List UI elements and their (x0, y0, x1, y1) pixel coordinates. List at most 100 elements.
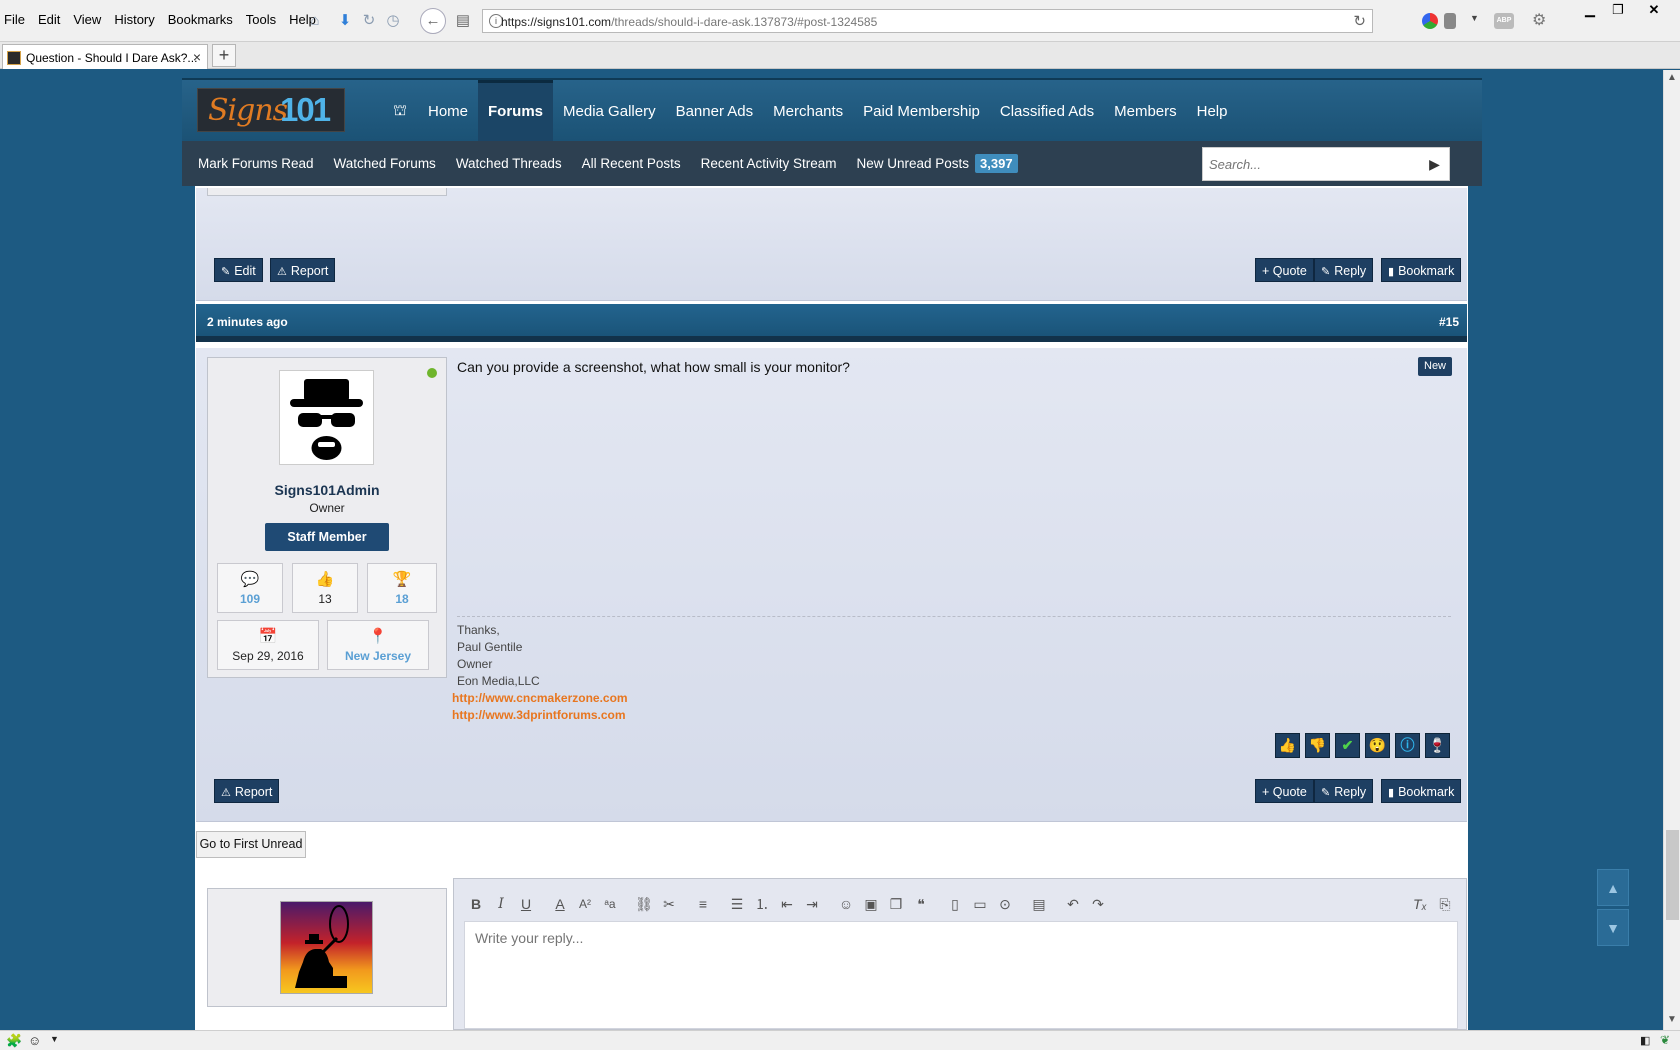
link-icon[interactable]: ⛓ (632, 896, 656, 913)
menu-view[interactable]: View (73, 12, 101, 27)
adblock-icon[interactable]: ABP (1494, 13, 1514, 29)
address-bar[interactable]: i https://signs101.com/threads/should-i-… (482, 9, 1373, 33)
spoiler-icon[interactable]: ▭ (968, 896, 992, 913)
camera-icon[interactable]: ⊙ (993, 896, 1017, 913)
scroll-to-bottom-button[interactable]: ▼ (1597, 909, 1629, 946)
quote-button[interactable]: + Quote (1255, 258, 1314, 282)
text-color-icon[interactable]: A (548, 896, 572, 912)
media-icon[interactable]: ❐ (884, 896, 908, 913)
quote-button[interactable]: + Quote (1255, 779, 1314, 803)
nav-home[interactable]: Home (418, 80, 478, 143)
scroll-up-arrow-icon[interactable]: ▲ (1667, 72, 1677, 83)
trophies-count[interactable]: 18 (368, 592, 436, 606)
extension-color-icon[interactable] (1422, 13, 1438, 29)
post-time[interactable]: 2 minutes ago (207, 315, 288, 329)
image-icon[interactable]: ▣ (859, 896, 883, 913)
agree-reaction-icon[interactable]: ✔ (1335, 733, 1360, 758)
smilie-icon[interactable]: ☺ (834, 896, 858, 912)
bookmark-button[interactable]: ▮ Bookmark (1381, 779, 1462, 803)
statusbar-dropdown-icon[interactable]: ▼ (50, 1034, 59, 1044)
scrollbar-thumb[interactable] (1666, 830, 1679, 920)
cheers-reaction-icon[interactable]: 🍷 (1425, 733, 1450, 758)
signature-link-cncmakerzone[interactable]: http://www.cncmakerzone.com (452, 690, 628, 707)
code-icon[interactable]: ▯ (943, 896, 967, 913)
refresh-icon[interactable]: ↻ (358, 10, 380, 32)
minimize-icon[interactable]: ▁ (1576, 0, 1604, 20)
nav-merchants[interactable]: Merchants (763, 80, 853, 143)
font-size-icon[interactable]: A² (573, 897, 597, 911)
nav-paid-membership[interactable]: Paid Membership (853, 80, 990, 143)
save-draft-icon[interactable]: ▤ (1027, 896, 1051, 913)
unlink-icon[interactable]: ✂ (657, 896, 681, 913)
remove-format-icon[interactable]: Tₓ (1408, 896, 1432, 912)
nav-members[interactable]: Members (1104, 80, 1187, 143)
puzzle-icon[interactable]: 🧩 (6, 1033, 22, 1049)
menu-file[interactable]: File (4, 12, 25, 27)
indent-icon[interactable]: ⇥ (800, 896, 824, 913)
messages-count[interactable]: 109 (218, 592, 282, 606)
nav-banner-ads[interactable]: Banner Ads (666, 80, 764, 143)
undo-icon[interactable]: ↶ (1061, 896, 1085, 913)
menu-tools[interactable]: Tools (246, 12, 276, 27)
reply-button[interactable]: ✎ Reply (1314, 779, 1374, 803)
smiley-icon[interactable]: ☺ (28, 1033, 41, 1048)
tab-close-icon[interactable]: × (193, 49, 201, 65)
dislike-reaction-icon[interactable]: 👎 (1305, 733, 1330, 758)
restore-icon[interactable]: ❐ (1604, 0, 1632, 20)
menu-bookmarks[interactable]: Bookmarks (168, 12, 233, 27)
avatar[interactable] (279, 370, 374, 465)
underline-icon[interactable]: U (514, 896, 538, 912)
outdent-icon[interactable]: ⇤ (775, 896, 799, 913)
sidebar-icon[interactable]: ▤ (452, 10, 474, 32)
sitemap-icon[interactable]: ⛫ (390, 102, 410, 120)
rip-icon[interactable]: ◧ (1640, 1034, 1650, 1047)
subnav-new-unread-posts[interactable]: New Unread Posts (856, 156, 969, 171)
like-reaction-icon[interactable]: 👍 (1275, 733, 1300, 758)
close-window-icon[interactable]: ✕ (1640, 0, 1668, 20)
site-logo[interactable]: Signs 101 (197, 88, 345, 132)
browser-tab[interactable]: Question - Should I Dare Ask?... × (2, 44, 208, 69)
stat-trophies[interactable]: 🏆 18 (367, 563, 437, 613)
nav-classified-ads[interactable]: Classified Ads (990, 80, 1104, 143)
reload-icon[interactable]: ↻ (1353, 12, 1366, 30)
subnav-watched-threads[interactable]: Watched Threads (456, 156, 562, 171)
toggle-bbcode-icon[interactable]: ⎘ (1433, 896, 1457, 913)
bullet-list-icon[interactable]: ☰ (725, 896, 749, 913)
nav-help[interactable]: Help (1187, 80, 1238, 143)
avatar[interactable] (280, 901, 373, 994)
menu-edit[interactable]: Edit (38, 12, 60, 27)
signature-link-3dprintforums[interactable]: http://www.3dprintforums.com (452, 707, 628, 724)
edit-button[interactable]: ✎ Edit (214, 258, 263, 282)
clipboard-icon[interactable] (1444, 13, 1456, 29)
post-number[interactable]: #15 (1439, 315, 1459, 329)
dropdown-arrow-icon[interactable]: ▼ (1470, 13, 1486, 29)
new-tab-button[interactable]: + (212, 44, 236, 67)
download-icon[interactable]: ⬇ (334, 10, 356, 32)
leaf-icon[interactable]: ❦ (1660, 1033, 1670, 1047)
nav-forums[interactable]: Forums (478, 80, 554, 143)
url-text[interactable]: https://signs101.com/threads/should-i-da… (501, 15, 877, 29)
wow-reaction-icon[interactable]: 😲 (1365, 733, 1390, 758)
subnav-recent-activity-stream[interactable]: Recent Activity Stream (701, 156, 837, 171)
redo-icon[interactable]: ↷ (1086, 896, 1110, 913)
numbered-list-icon[interactable]: ⒈ (750, 894, 774, 914)
reply-textarea[interactable] (465, 922, 1457, 1028)
font-family-icon[interactable]: ᵃa (598, 897, 622, 911)
report-button[interactable]: ⚠ Report (270, 258, 336, 282)
user-location[interactable]: New Jersey (328, 649, 428, 663)
reply-button[interactable]: ✎ Reply (1314, 258, 1374, 282)
unread-count-badge[interactable]: 3,397 (975, 154, 1018, 173)
search-input[interactable] (1203, 148, 1421, 180)
subnav-all-recent-posts[interactable]: All Recent Posts (582, 156, 681, 171)
scroll-to-top-button[interactable]: ▲ (1597, 869, 1629, 906)
menu-history[interactable]: History (114, 12, 154, 27)
home-icon[interactable]: ⌂ (304, 10, 326, 32)
subnav-mark-forums-read[interactable]: Mark Forums Read (198, 156, 314, 171)
search-submit-icon[interactable]: ▶ (1420, 147, 1450, 181)
quote-block-icon[interactable]: ❝ (909, 896, 933, 913)
history-icon[interactable]: ◷ (382, 10, 404, 32)
stat-location[interactable]: 📍 New Jersey (327, 620, 429, 670)
align-icon[interactable]: ≡ (691, 896, 715, 912)
settings-gear-icon[interactable]: ⚙ (1532, 13, 1548, 29)
report-button[interactable]: ⚠ Report (214, 779, 280, 803)
